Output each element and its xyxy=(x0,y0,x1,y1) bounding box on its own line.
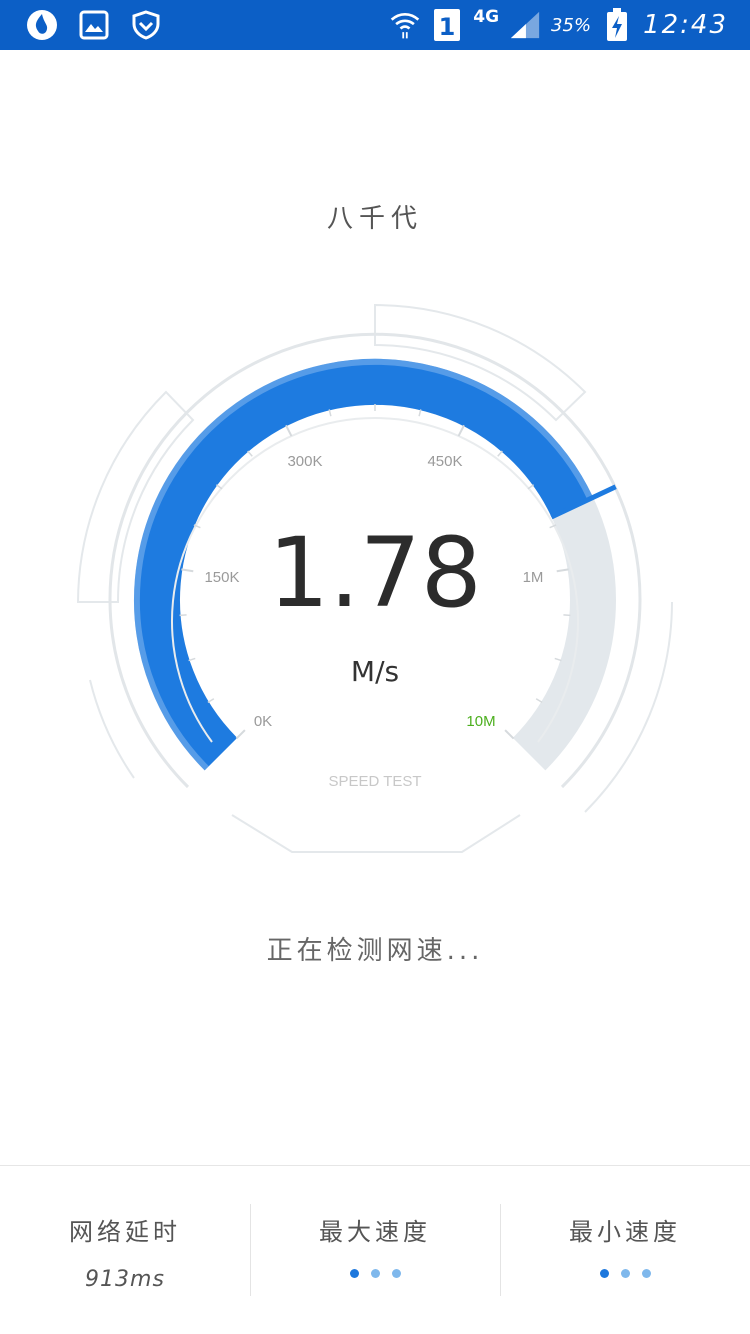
gauge-caption: SPEED TEST xyxy=(328,773,421,790)
gauge-tick xyxy=(527,484,535,490)
loading-dot xyxy=(370,1269,380,1278)
latency-label: 网络延时 xyxy=(69,1218,181,1246)
loading-dot xyxy=(391,1269,401,1278)
gallery-icon xyxy=(78,9,110,41)
gauge-tick xyxy=(497,450,503,457)
wifi-icon xyxy=(389,9,421,41)
tick-label-10m: 10M xyxy=(466,713,495,730)
signal-icon xyxy=(509,9,541,41)
latency-panel: 网络延时 913ms xyxy=(0,1166,250,1334)
max-speed-panel: 最大速度 xyxy=(250,1166,500,1334)
min-speed-label: 最小速度 xyxy=(569,1218,681,1246)
gauge-tick xyxy=(285,424,293,437)
max-speed-loading-indicator xyxy=(250,1269,500,1278)
gauge-tick xyxy=(247,450,253,457)
svg-text:1: 1 xyxy=(439,13,456,41)
loading-dot xyxy=(620,1269,630,1278)
gauge-tick xyxy=(418,409,422,417)
status-bar: 1 4G 35% 12:43 xyxy=(0,0,750,50)
gauge-tick xyxy=(328,409,332,417)
loading-dot xyxy=(349,1269,359,1278)
browser-flame-icon xyxy=(26,9,58,41)
tick-label-450k: 450K xyxy=(427,453,462,470)
battery-charging-icon xyxy=(601,8,633,41)
gauge-tick xyxy=(235,729,246,740)
max-speed-label: 最大速度 xyxy=(319,1218,431,1246)
speed-unit: M/s xyxy=(350,655,400,688)
min-speed-loading-indicator xyxy=(500,1269,750,1278)
tick-label-0k: 0K xyxy=(254,713,272,730)
shield-icon xyxy=(130,9,162,41)
latency-value: 913ms xyxy=(85,1267,165,1292)
frame-segment-bottom xyxy=(231,814,521,853)
loading-dot xyxy=(599,1269,609,1278)
gauge-tick xyxy=(207,698,215,704)
tick-label-300k: 300K xyxy=(287,453,322,470)
gauge-tick xyxy=(457,424,465,437)
stats-footer: 网络延时 913ms 最大速度 最小速度 xyxy=(0,1165,750,1334)
gauge-tick xyxy=(504,729,515,740)
speed-value: 1.78 xyxy=(268,517,482,629)
gauge-tick xyxy=(215,484,223,490)
loading-dot xyxy=(641,1269,651,1278)
clock: 12:43 xyxy=(643,10,728,40)
gauge-tick xyxy=(535,698,543,704)
sim-icon: 1 xyxy=(431,9,463,41)
test-status-text: 正在检测网速... xyxy=(266,936,484,966)
network-type: 4G xyxy=(473,7,500,27)
min-speed-panel: 最小速度 xyxy=(500,1166,750,1334)
page-title: 八千代 xyxy=(326,204,423,234)
battery-percent: 35% xyxy=(551,14,592,36)
